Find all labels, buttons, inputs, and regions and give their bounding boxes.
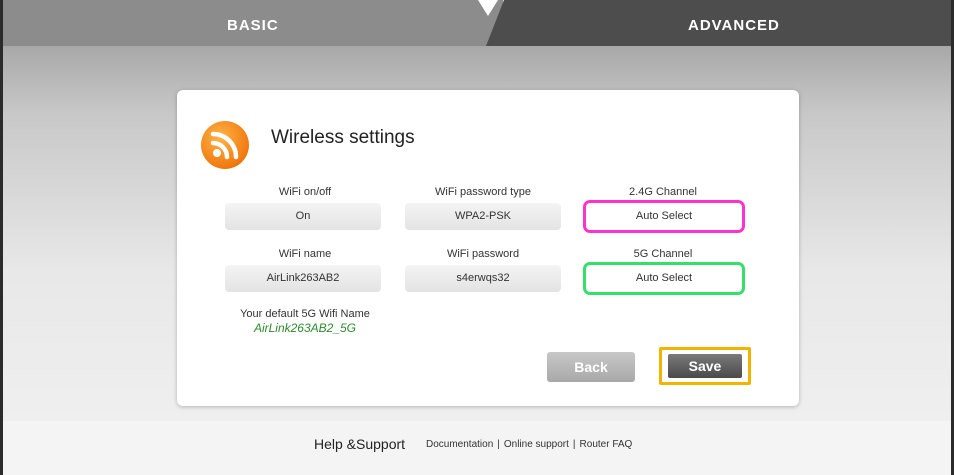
help-support-link[interactable]: Help &Support bbox=[314, 436, 405, 452]
wifi-name-field[interactable]: AirLink263AB2 bbox=[225, 265, 381, 292]
channel-5g-label: 5G Channel bbox=[633, 248, 693, 260]
default-5g-label: Your default 5G Wifi Name bbox=[240, 308, 370, 320]
wifi-onoff-field[interactable]: On bbox=[225, 203, 381, 230]
online-support-link[interactable]: Online support bbox=[504, 439, 569, 450]
top-tab-bar: BASIC ADVANCED bbox=[3, 0, 951, 46]
default-5g-name: AirLink263AB2_5G bbox=[253, 321, 357, 335]
wifi-rss-icon bbox=[201, 121, 249, 169]
page-title: Wireless settings bbox=[271, 127, 415, 148]
wifi-name-label: WiFi name bbox=[278, 248, 332, 260]
channel-5g-select[interactable]: Auto Select bbox=[583, 262, 745, 295]
tab-basic-label[interactable]: BASIC bbox=[227, 17, 279, 34]
documentation-link[interactable]: Documentation bbox=[426, 439, 493, 450]
channel-24g-label: 2.4G Channel bbox=[629, 186, 697, 198]
save-button[interactable]: Save bbox=[668, 354, 742, 378]
footer-separator: | bbox=[497, 439, 500, 450]
wifi-password-label: WiFi password bbox=[446, 248, 520, 260]
wifi-password-type-label: WiFi password type bbox=[435, 186, 531, 198]
back-button[interactable]: Back bbox=[547, 352, 635, 382]
channel-24g-select[interactable]: Auto Select bbox=[583, 200, 745, 233]
wifi-password-field[interactable]: s4erwqs32 bbox=[405, 265, 561, 292]
router-faq-link[interactable]: Router FAQ bbox=[580, 439, 633, 450]
footer-links: Documentation | Online support | Router FAQ bbox=[426, 439, 632, 450]
active-tab-indicator bbox=[478, 0, 498, 16]
wifi-password-type-field[interactable]: WPA2-PSK bbox=[405, 203, 561, 230]
tab-advanced-label[interactable]: ADVANCED bbox=[688, 17, 780, 34]
wifi-onoff-label: WiFi on/off bbox=[278, 186, 332, 198]
save-button-highlight: Save bbox=[659, 347, 751, 385]
wireless-settings-card: Wireless settings WiFi on/off On WiFi pa… bbox=[177, 90, 799, 406]
footer-separator: | bbox=[572, 439, 576, 450]
